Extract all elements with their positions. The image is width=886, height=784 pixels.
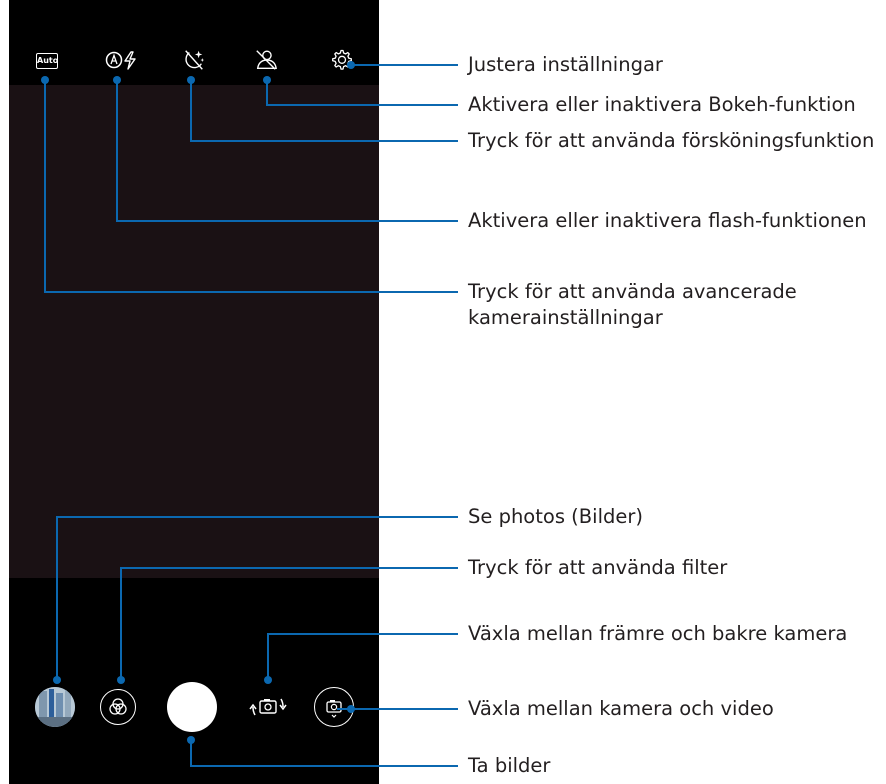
callout-line-bokeh bbox=[266, 80, 458, 106]
callout-line-switch-camera bbox=[267, 633, 458, 680]
callout-dot-bokeh bbox=[263, 76, 271, 84]
callout-label-switch-camera: Växla mellan främre och bakre kamera bbox=[468, 622, 848, 645]
callout-line-filter bbox=[120, 567, 458, 680]
callout-dot-take-photo bbox=[187, 736, 195, 744]
callout-dot-gallery bbox=[53, 676, 61, 684]
callout-dot-flash bbox=[113, 76, 121, 84]
callout-label-filter: Tryck för att använda filter bbox=[468, 556, 728, 579]
callout-dot-camera-video bbox=[347, 705, 355, 713]
callout-line-gallery bbox=[56, 516, 458, 680]
callout-label-bokeh: Aktivera eller inaktivera Bokeh-funktion bbox=[468, 93, 856, 116]
callout-label-advanced: Tryck för att använda avancerade kamerai… bbox=[468, 280, 797, 329]
callout-line-flash bbox=[116, 80, 458, 222]
callout-label-settings: Justera inställningar bbox=[468, 53, 663, 76]
callout-label-beautify: Tryck för att använda försköningsfunktio… bbox=[468, 129, 875, 152]
callout-dot-settings bbox=[347, 61, 355, 69]
callout-line-advanced bbox=[44, 80, 458, 293]
callout-dot-beautify bbox=[187, 76, 195, 84]
callout-label-flash: Aktivera eller inaktivera flash-funktion… bbox=[468, 209, 867, 232]
callout-label-take-photo: Ta bilder bbox=[468, 754, 551, 777]
callout-dot-switch-camera bbox=[264, 676, 272, 684]
callout-line-take-photo bbox=[190, 740, 458, 767]
callout-dot-filter bbox=[117, 676, 125, 684]
callout-line-beautify bbox=[190, 80, 458, 142]
callout-dot-advanced bbox=[41, 76, 49, 84]
callout-label-camera-video: Växla mellan kamera och video bbox=[468, 697, 774, 720]
callout-label-gallery: Se photos (Bilder) bbox=[468, 505, 643, 528]
